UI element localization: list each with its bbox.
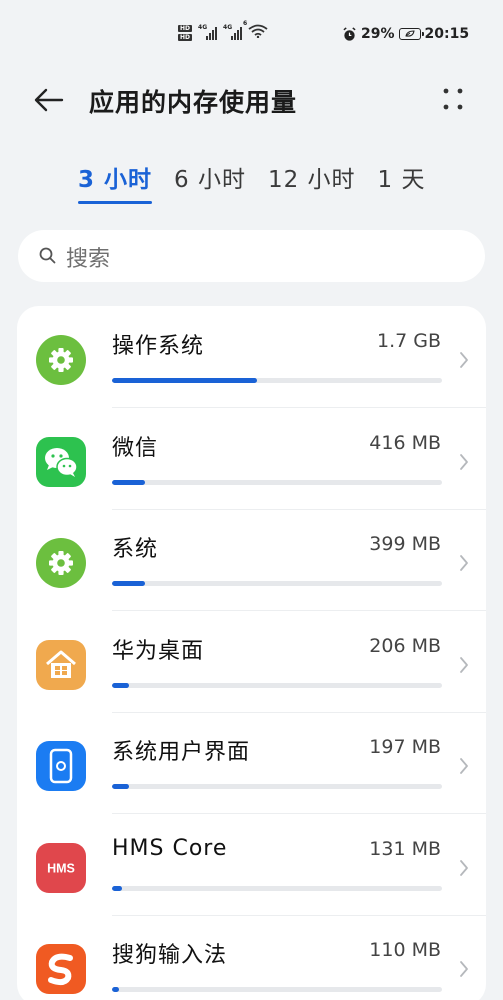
memory-size: 110 MB <box>369 939 441 961</box>
hd-badge: HD <box>178 34 193 41</box>
memory-usage-fill <box>112 479 145 485</box>
network-indicators: HD HD 4G 4G 6 <box>178 20 268 42</box>
tab-6-hours[interactable]: 6 小时 <box>174 160 246 194</box>
app-name: 系统用户界面 <box>112 740 251 765</box>
wechat-icon <box>36 436 86 487</box>
app-name: 操作系统 <box>112 334 205 359</box>
wifi-icon <box>248 24 268 39</box>
memory-size: 1.7 GB <box>376 330 441 352</box>
more-options-icon[interactable] <box>440 86 466 112</box>
memory-usage-bar <box>112 987 442 992</box>
memory-usage-fill <box>112 581 145 586</box>
app-row[interactable]: 微信 416 MB <box>17 408 486 510</box>
app-header: 应用的内存使用量 <box>0 76 503 124</box>
app-name: 华为桌面 <box>112 638 205 664</box>
hd-badge: HD <box>178 25 193 32</box>
memory-usage-bar <box>112 682 442 688</box>
app-name: 微信 <box>112 435 159 461</box>
alarm-icon <box>343 26 356 41</box>
hd-badges: HD HD <box>178 25 193 41</box>
hms-icon: HMS <box>36 842 86 893</box>
memory-size: 131 MB <box>369 837 441 860</box>
chevron-right-icon <box>460 859 468 876</box>
app-name: 系统 <box>112 537 159 562</box>
app-row[interactable]: 系统用户界面 197 MB <box>17 712 486 814</box>
chevron-right-icon <box>460 758 468 774</box>
signal-icon: 4G <box>198 24 218 40</box>
chevron-right-icon <box>460 555 468 571</box>
network-type-label: 4G <box>223 24 233 31</box>
app-row[interactable]: 华为桌面 206 MB <box>17 611 486 713</box>
memory-usage-fill <box>112 784 129 789</box>
battery-icon <box>398 28 424 40</box>
app-name: 搜狗输入法 <box>112 943 228 968</box>
memory-size: 206 MB <box>369 634 441 657</box>
status-bar: HD HD 4G 4G 6 29% 20:15 <box>0 20 503 54</box>
memory-usage-bar <box>112 479 442 485</box>
wifi-indicator: 6 <box>243 20 268 42</box>
memory-size: 197 MB <box>369 736 441 758</box>
app-row[interactable]: 搜狗输入法 110 MB <box>17 915 486 1000</box>
chevron-right-icon <box>460 352 468 368</box>
gear-icon <box>36 335 86 385</box>
app-row[interactable]: 系统 399 MB <box>17 509 486 611</box>
wifi-version-label: 6 <box>243 20 248 27</box>
sogou-icon <box>36 944 86 994</box>
battery-percent: 29% <box>361 26 395 42</box>
home-icon <box>36 639 86 690</box>
tab-12-hours[interactable]: 12 小时 <box>268 160 356 194</box>
memory-usage-bar <box>112 784 442 789</box>
memory-usage-fill <box>112 378 258 383</box>
memory-usage-bar <box>112 885 442 891</box>
back-arrow-icon[interactable] <box>32 85 66 115</box>
signal-icon: 4G <box>223 24 243 40</box>
time-range-tabs: 3 小时 6 小时 12 小时 1 天 <box>78 160 448 204</box>
system-ui-icon <box>36 741 86 791</box>
memory-size: 399 MB <box>369 533 441 555</box>
gear-icon <box>36 538 86 588</box>
app-row[interactable]: 操作系统 1.7 GB <box>17 306 486 408</box>
search-icon <box>39 247 56 264</box>
memory-size: 416 MB <box>369 431 441 454</box>
app-memory-list: 操作系统 1.7 GB 微信 416 MB 系统 399 MB 华为桌面 206 MB 系统用户… <box>17 306 486 1000</box>
page-title: 应用的内存使用量 <box>89 88 298 117</box>
chevron-right-icon <box>460 453 468 470</box>
app-name: HMS Core <box>112 835 228 861</box>
memory-usage-fill <box>112 885 122 891</box>
network-type-label: 4G <box>198 24 208 31</box>
search-placeholder: 搜索 <box>66 247 111 272</box>
memory-usage-bar <box>112 378 442 383</box>
tab-3-hours[interactable]: 3 小时 <box>78 160 153 204</box>
status-right: 29% 20:15 <box>342 26 469 42</box>
chevron-right-icon <box>460 656 468 673</box>
hms-icon-label: HMS <box>47 861 75 875</box>
tab-1-day[interactable]: 1 天 <box>378 160 426 194</box>
chevron-right-icon <box>460 961 468 977</box>
clock: 20:15 <box>424 26 470 42</box>
app-row[interactable]: HMS HMS Core 131 MB <box>17 814 486 916</box>
search-input[interactable]: 搜索 <box>18 230 485 282</box>
memory-usage-bar <box>112 581 442 586</box>
memory-usage-fill <box>112 987 119 992</box>
memory-usage-fill <box>112 682 129 688</box>
